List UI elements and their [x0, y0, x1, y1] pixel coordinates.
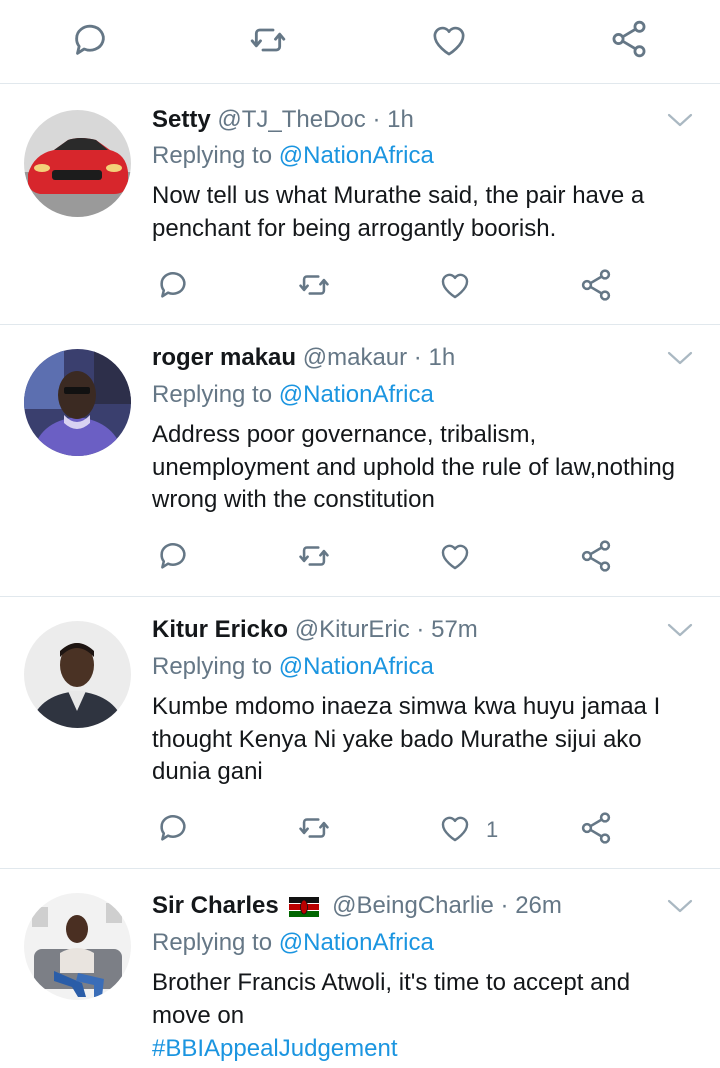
- reply-icon[interactable]: [156, 268, 190, 302]
- mention-link[interactable]: @NationAfrica: [279, 381, 434, 408]
- share-icon[interactable]: [578, 810, 614, 846]
- share-icon[interactable]: [578, 267, 614, 303]
- user-handle[interactable]: @BeingCharlie: [332, 892, 494, 919]
- replying-prefix: Replying to: [152, 142, 273, 169]
- like-count: 1: [486, 817, 499, 842]
- mention-link[interactable]: @NationAfrica: [279, 142, 434, 169]
- avatar[interactable]: [24, 349, 131, 456]
- share-icon[interactable]: [608, 18, 650, 60]
- separator: ·: [416, 616, 425, 643]
- replying-to: Replying to @NationAfrica: [152, 141, 434, 171]
- like-icon[interactable]: [437, 811, 473, 845]
- timestamp[interactable]: 26m: [515, 892, 562, 919]
- timestamp[interactable]: 1h: [387, 106, 414, 133]
- tweet-header: Setty @TJ_TheDoc · 1h: [152, 105, 414, 135]
- mention-link[interactable]: @NationAfrica: [279, 653, 434, 680]
- avatar[interactable]: [24, 110, 131, 217]
- reply-icon[interactable]: [70, 20, 110, 60]
- tweet-header: roger makau @makaur · 1h: [152, 343, 455, 373]
- separator: ·: [372, 106, 381, 133]
- retweet-icon[interactable]: [297, 268, 331, 302]
- chevron-down-icon[interactable]: [666, 111, 694, 129]
- replying-prefix: Replying to: [152, 653, 273, 680]
- replying-prefix: Replying to: [152, 381, 273, 408]
- tweet-text: Brother Francis Atwoli, it's time to acc…: [152, 969, 631, 1029]
- avatar[interactable]: [24, 893, 131, 1000]
- user-handle[interactable]: @KiturEric: [295, 616, 410, 643]
- retweet-icon[interactable]: [297, 811, 331, 845]
- hashtag-link[interactable]: #BBIAppealJudgement: [152, 1033, 398, 1065]
- top-action-bar: [0, 0, 720, 84]
- tweet-header: Kitur Ericko @KiturEric · 57m: [152, 615, 478, 645]
- retweet-icon[interactable]: [248, 20, 288, 60]
- display-name[interactable]: Kitur Ericko: [152, 616, 288, 643]
- reply-icon[interactable]: [156, 539, 190, 573]
- tweet-text: Now tell us what Murathe said, the pair …: [152, 182, 645, 242]
- tweet-3[interactable]: Kitur Ericko @KiturEric · 57m Replying t…: [0, 597, 720, 869]
- display-name[interactable]: Setty: [152, 106, 211, 133]
- replying-prefix: Replying to: [152, 929, 273, 956]
- avatar[interactable]: [24, 621, 131, 728]
- tweet-1[interactable]: Setty @TJ_TheDoc · 1h Replying to @Natio…: [0, 85, 720, 325]
- separator: ·: [500, 892, 509, 919]
- kenya-flag-icon: [289, 896, 320, 917]
- reply-icon[interactable]: [156, 811, 190, 845]
- timestamp[interactable]: 57m: [431, 616, 478, 643]
- separator: ·: [413, 344, 422, 371]
- mention-link[interactable]: @NationAfrica: [279, 929, 434, 956]
- display-name[interactable]: roger makau: [152, 344, 296, 371]
- tweet-header: Sir Charles @BeingCharlie · 26m: [152, 891, 562, 921]
- tweet-text: Kumbe mdomo inaeza simwa kwa huyu jamaa …: [152, 693, 661, 785]
- like-icon[interactable]: [437, 268, 473, 302]
- timestamp[interactable]: 1h: [428, 344, 455, 371]
- share-icon[interactable]: [578, 538, 614, 574]
- chevron-down-icon[interactable]: [666, 897, 694, 915]
- replying-to: Replying to @NationAfrica: [152, 928, 434, 958]
- chevron-down-icon[interactable]: [666, 621, 694, 639]
- like-icon[interactable]: [437, 539, 473, 573]
- chevron-down-icon[interactable]: [666, 349, 694, 367]
- replying-to: Replying to @NationAfrica: [152, 380, 434, 410]
- user-handle[interactable]: @makaur: [303, 344, 407, 371]
- like-icon[interactable]: [428, 20, 470, 60]
- tweet-4[interactable]: Sir Charles @BeingCharlie · 26m Replying…: [0, 869, 720, 1068]
- retweet-icon[interactable]: [297, 539, 331, 573]
- tweet-2[interactable]: roger makau @makaur · 1h Replying to @Na…: [0, 325, 720, 597]
- tweet-text: Address poor governance, tribalism, unem…: [152, 421, 676, 513]
- replying-to: Replying to @NationAfrica: [152, 652, 434, 682]
- user-handle[interactable]: @TJ_TheDoc: [217, 106, 365, 133]
- display-name[interactable]: Sir Charles: [152, 892, 279, 919]
